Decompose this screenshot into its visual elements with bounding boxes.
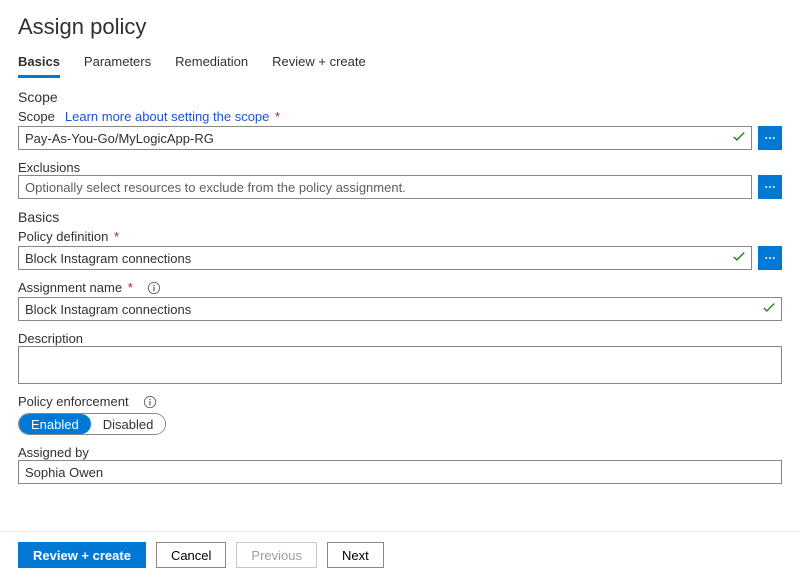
section-scope-heading: Scope [18, 89, 782, 105]
next-button[interactable]: Next [327, 542, 384, 568]
description-label: Description [18, 331, 782, 346]
previous-button: Previous [236, 542, 317, 568]
assignment-name-label: Assignment name [18, 280, 122, 295]
checkmark-icon [732, 250, 746, 267]
toggle-enabled[interactable]: Enabled [19, 414, 91, 434]
review-create-button[interactable]: Review + create [18, 542, 146, 568]
checkmark-icon [762, 301, 776, 318]
exclusions-input[interactable] [18, 175, 752, 199]
policy-definition-label: Policy definition [18, 229, 108, 244]
assigned-by-label: Assigned by [18, 445, 782, 460]
checkmark-icon [732, 130, 746, 147]
scope-picker-button[interactable] [758, 126, 782, 150]
policy-definition-picker-button[interactable] [758, 246, 782, 270]
toggle-disabled[interactable]: Disabled [91, 414, 166, 434]
ellipsis-icon [764, 180, 776, 194]
tabs: Basics Parameters Remediation Review + c… [18, 50, 782, 79]
tab-parameters[interactable]: Parameters [84, 50, 151, 78]
scope-input[interactable] [18, 126, 752, 150]
assigned-by-input[interactable] [18, 460, 782, 484]
required-marker: * [128, 280, 133, 295]
scope-learn-more-link[interactable]: Learn more about setting the scope [65, 109, 270, 124]
tab-basics[interactable]: Basics [18, 50, 60, 78]
tab-review-create[interactable]: Review + create [272, 50, 366, 78]
ellipsis-icon [764, 251, 776, 265]
exclusions-picker-button[interactable] [758, 175, 782, 199]
info-icon[interactable] [147, 281, 161, 295]
required-marker: * [275, 109, 280, 124]
footer-actions: Review + create Cancel Previous Next [0, 531, 800, 580]
description-textarea[interactable] [18, 346, 782, 384]
section-basics-heading: Basics [18, 209, 782, 225]
exclusions-label: Exclusions [18, 160, 782, 175]
policy-enforcement-label: Policy enforcement [18, 394, 129, 409]
policy-enforcement-toggle[interactable]: Enabled Disabled [18, 413, 166, 435]
tab-remediation[interactable]: Remediation [175, 50, 248, 78]
page-title: Assign policy [18, 14, 782, 40]
cancel-button[interactable]: Cancel [156, 542, 226, 568]
assignment-name-input[interactable] [18, 297, 782, 321]
scope-label: Scope [18, 109, 55, 124]
ellipsis-icon [764, 131, 776, 145]
info-icon[interactable] [143, 395, 157, 409]
required-marker: * [114, 229, 119, 244]
policy-definition-input[interactable] [18, 246, 752, 270]
